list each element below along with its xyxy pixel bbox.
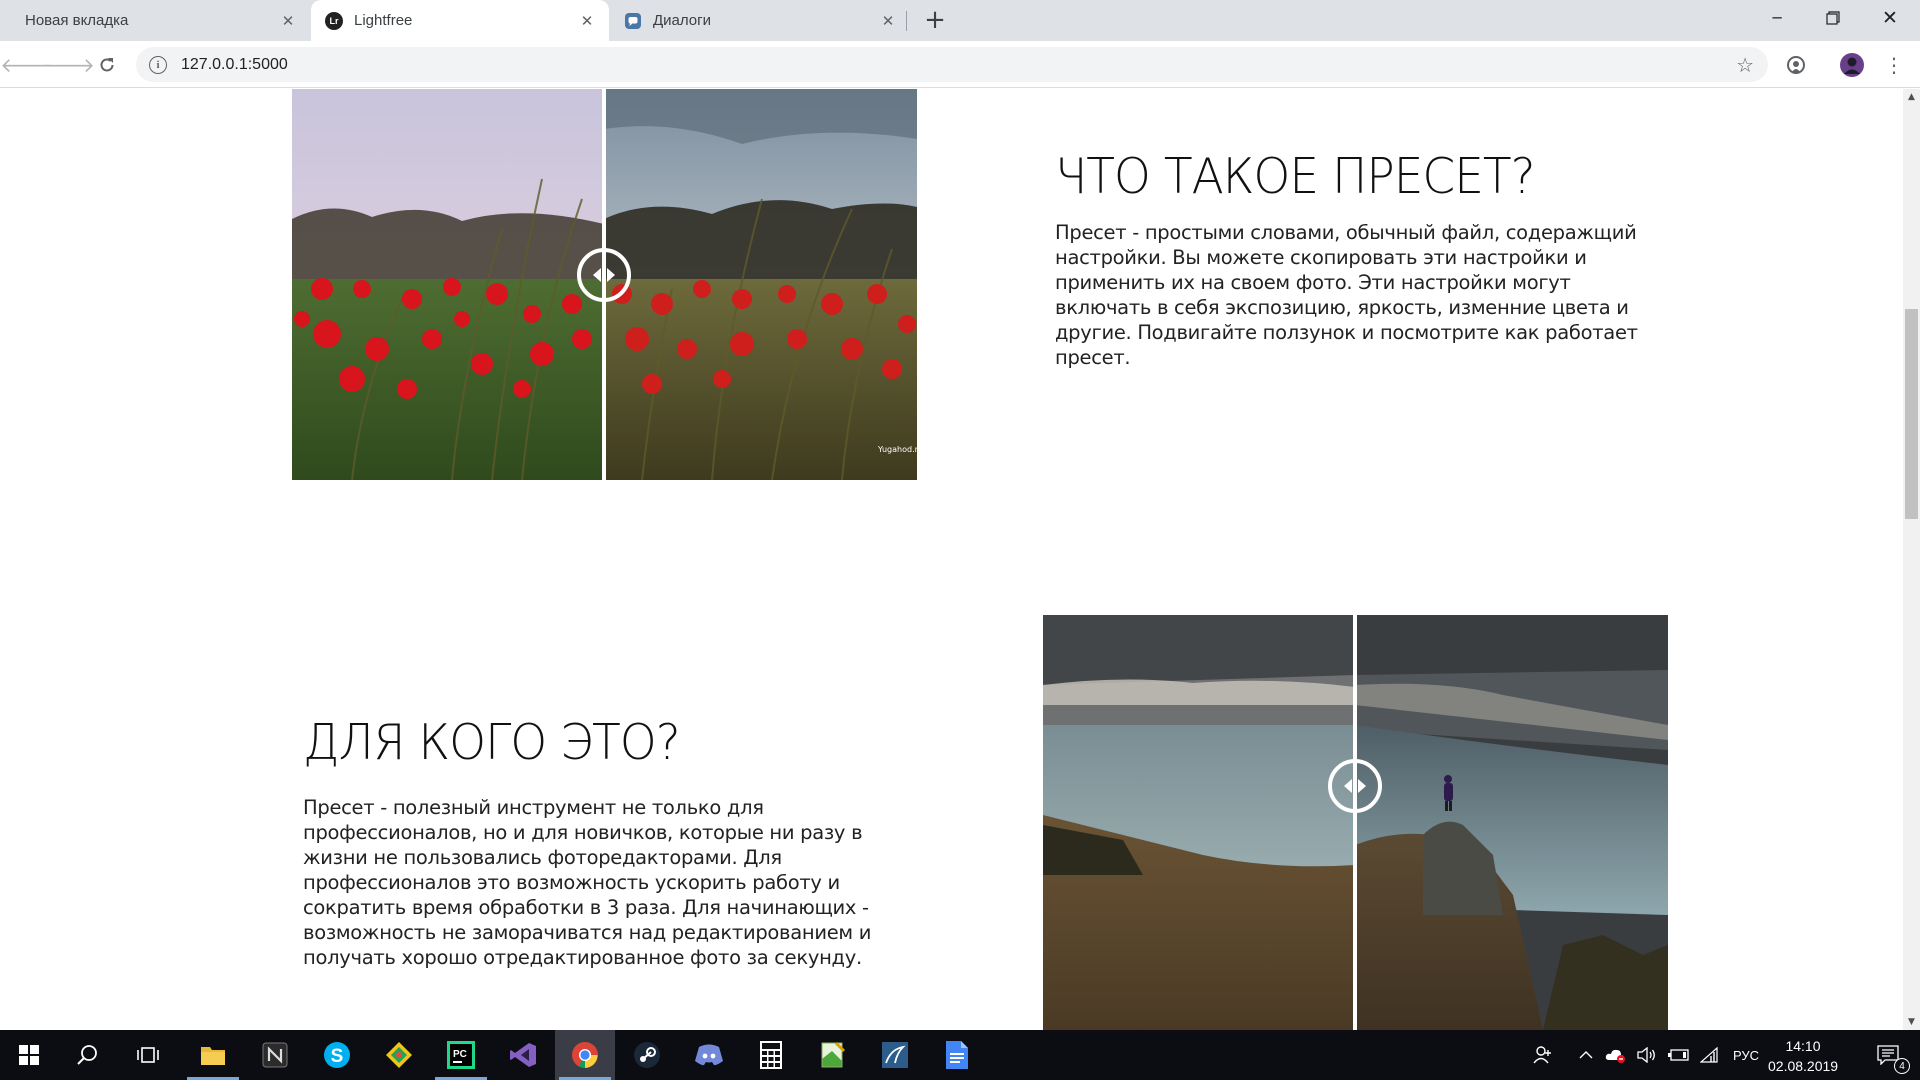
onedrive-sync-error-icon[interactable] — [1602, 1030, 1630, 1080]
action-center-icon[interactable]: 4 — [1866, 1030, 1910, 1080]
battery-icon[interactable] — [1664, 1030, 1692, 1080]
discord-icon[interactable] — [679, 1030, 739, 1080]
mysql-workbench-icon[interactable] — [865, 1030, 925, 1080]
clock-date: 02.08.2019 — [1768, 1058, 1839, 1074]
vk-messages-favicon-icon — [624, 12, 642, 30]
google-docs-icon[interactable] — [927, 1030, 987, 1080]
tab-title: Новая вкладка — [25, 12, 129, 29]
arrow-left-icon — [1344, 779, 1352, 793]
windows-taskbar: S PC РУС 14:10 02.08.2019 4 — [0, 1030, 1920, 1080]
chrome-menu-icon[interactable]: ⋮ — [1880, 51, 1908, 79]
arrow-left-icon — [593, 268, 601, 282]
notification-count-badge: 4 — [1894, 1058, 1910, 1074]
bookmark-star-icon[interactable]: ☆ — [1736, 53, 1754, 77]
task-view-icon[interactable] — [118, 1030, 178, 1080]
arrow-right-icon — [607, 268, 615, 282]
file-explorer-icon[interactable] — [183, 1030, 243, 1080]
browser-toolbar: 🡐 🡒 i 127.0.0.1:5000 ☆ ⋮ — [0, 41, 1920, 88]
close-icon[interactable]: ✕ — [878, 11, 898, 31]
scroll-down-arrow[interactable]: ▼ — [1903, 1014, 1920, 1030]
page-viewport: Yugahod.ru ЧТО ТАКОЕ ПРЕСЕТ? Пресет - пр… — [0, 89, 1903, 1030]
forward-button[interactable]: 🡒 — [41, 51, 95, 79]
close-icon[interactable]: ✕ — [278, 11, 298, 31]
show-hidden-icons-chevron-icon[interactable] — [1574, 1030, 1598, 1080]
site-info-icon[interactable]: i — [149, 55, 167, 74]
close-icon[interactable]: ✕ — [577, 11, 597, 31]
start-icon[interactable] — [0, 1030, 58, 1080]
extension-icon[interactable] — [1782, 51, 1810, 79]
input-language-indicator[interactable]: РУС — [1728, 1030, 1764, 1080]
calculator-icon[interactable] — [741, 1030, 801, 1080]
page-scrollbar[interactable]: ▲ ▼ — [1903, 89, 1920, 1030]
lightroom-favicon-icon: Lr — [325, 11, 343, 30]
scrollbar-thumb[interactable] — [1905, 309, 1918, 519]
svg-text:S: S — [331, 1046, 344, 1067]
section-paragraph-who-is-it-for: Пресет - полезный инструмент не только д… — [303, 796, 872, 969]
steam-icon[interactable] — [617, 1030, 677, 1080]
search-icon[interactable] — [58, 1030, 118, 1080]
wifi-icon[interactable] — [1695, 1030, 1723, 1080]
scroll-up-arrow[interactable]: ▲ — [1903, 89, 1920, 105]
notepad-icon[interactable] — [803, 1030, 863, 1080]
tab-new-tab[interactable]: Новая вкладка ✕ — [0, 0, 310, 41]
visual-studio-icon[interactable] — [493, 1030, 553, 1080]
profile-avatar-icon[interactable] — [1838, 51, 1866, 79]
notion-icon[interactable] — [245, 1030, 305, 1080]
address-bar[interactable]: i 127.0.0.1:5000 ☆ — [136, 47, 1768, 82]
pycharm-icon[interactable]: PC — [431, 1030, 491, 1080]
before-after-slider-poppies[interactable]: Yugahod.ru — [292, 89, 917, 480]
close-window-button[interactable]: ✕ — [1863, 0, 1917, 36]
tab-lightfree[interactable]: Lr Lightfree ✕ — [311, 0, 609, 41]
compare-drag-handle[interactable] — [1328, 759, 1382, 813]
url-text[interactable]: 127.0.0.1:5000 — [181, 56, 288, 74]
image-watermark: Yugahod.ru — [878, 445, 917, 454]
chrome-icon[interactable] — [555, 1030, 615, 1080]
compare-divider[interactable] — [1353, 615, 1357, 1030]
maximize-button[interactable] — [1806, 0, 1860, 36]
new-tab-button[interactable]: + — [921, 5, 949, 35]
tab-dialogs[interactable]: Диалоги ✕ — [610, 0, 910, 41]
clock-time: 14:10 — [1785, 1038, 1821, 1054]
people-icon[interactable] — [1528, 1030, 1558, 1080]
minimize-button[interactable]: ─ — [1750, 0, 1804, 36]
skype-icon[interactable]: S — [307, 1030, 367, 1080]
tab-strip: Новая вкладка ✕ Lr Lightfree ✕ Диалоги ✕… — [0, 0, 1920, 41]
section-paragraph-what-is-preset: Пресет - простыми словами, обычный файл,… — [1055, 221, 1638, 369]
svg-text:PC: PC — [453, 1049, 467, 1060]
compare-drag-handle[interactable] — [577, 248, 631, 302]
tab-separator — [906, 11, 907, 31]
section-heading-what-is-preset: ЧТО ТАКОЕ ПРЕСЕТ? — [1055, 147, 1536, 206]
tab-title: Lightfree — [354, 12, 413, 29]
tab-title: Диалоги — [653, 12, 711, 29]
git-kraken-icon[interactable] — [369, 1030, 429, 1080]
system-clock[interactable]: 14:10 02.08.2019 — [1768, 1036, 1838, 1076]
before-after-slider-cliff[interactable] — [1043, 615, 1668, 1030]
volume-icon[interactable] — [1633, 1030, 1661, 1080]
section-heading-who-is-it-for: ДЛЯ КОГО ЭТО? — [303, 713, 681, 772]
back-button[interactable]: 🡐 — [0, 51, 54, 79]
arrow-right-icon — [1358, 779, 1366, 793]
reload-button[interactable] — [93, 51, 121, 79]
